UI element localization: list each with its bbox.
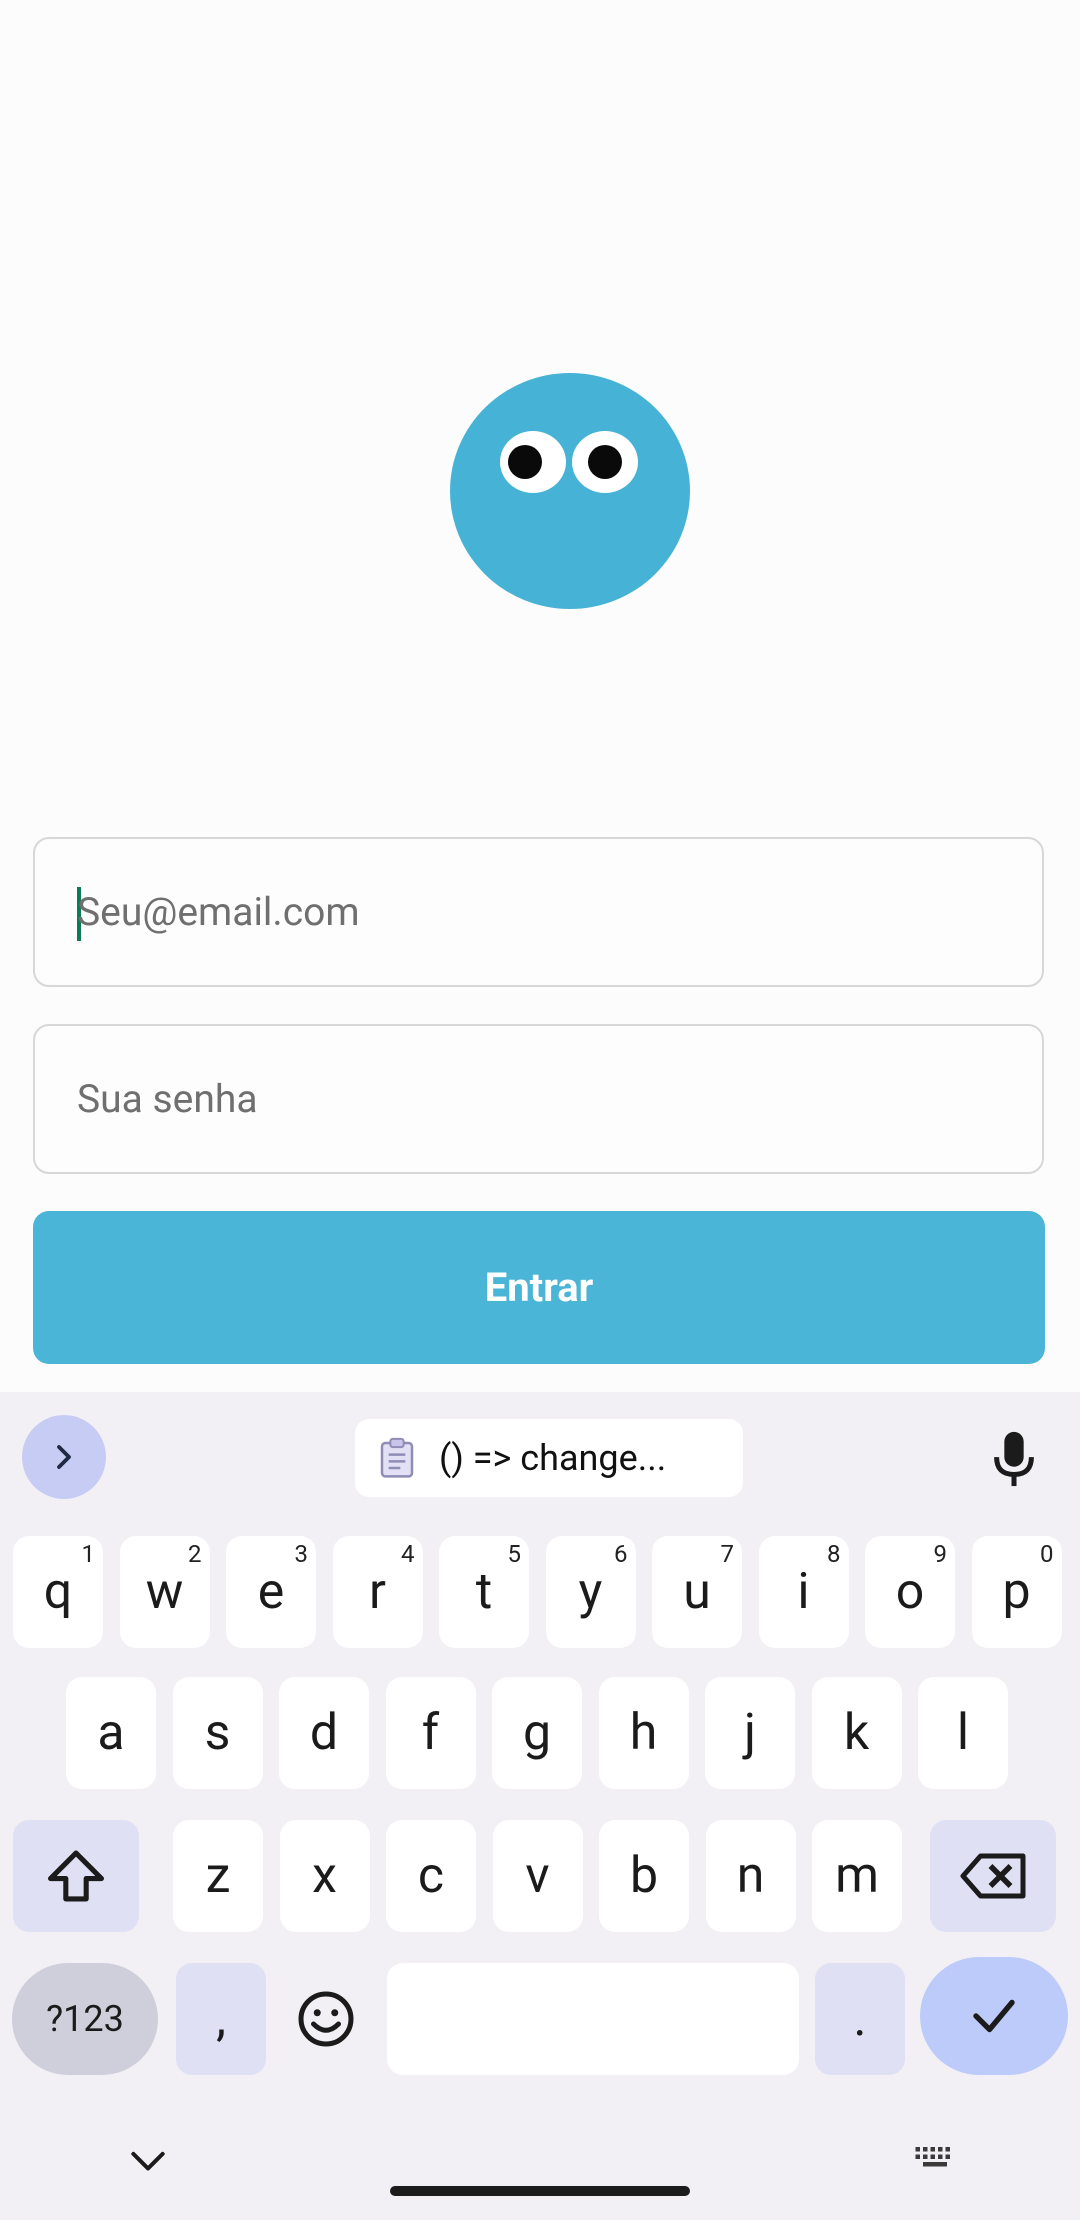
key-hint: 5 xyxy=(507,1540,522,1568)
email-input[interactable] xyxy=(77,839,997,985)
key-w[interactable]: w2 xyxy=(119,1536,210,1648)
logo-left-eye xyxy=(500,431,566,493)
key-t[interactable]: t5 xyxy=(439,1536,529,1648)
login-button[interactable]: Entrar xyxy=(33,1211,1045,1364)
key-d[interactable]: d xyxy=(279,1677,369,1789)
key-p[interactable]: p0 xyxy=(971,1536,1062,1648)
key-hint: 4 xyxy=(401,1540,415,1568)
clipboard-suggestion-chip[interactable]: () => change... xyxy=(355,1419,743,1497)
key-label: y xyxy=(578,1563,603,1621)
key-q[interactable]: q1 xyxy=(13,1536,103,1648)
key-label: p xyxy=(1002,1563,1031,1621)
key-label: s xyxy=(204,1704,231,1762)
key-b[interactable]: b xyxy=(599,1820,689,1932)
key-hint: 2 xyxy=(188,1540,202,1568)
key-label: l xyxy=(956,1704,970,1762)
key-g[interactable]: g xyxy=(492,1677,582,1789)
microphone-icon[interactable] xyxy=(990,1430,1038,1488)
key-label: v xyxy=(525,1847,550,1905)
hide-keyboard-chevron-icon[interactable] xyxy=(128,2149,168,2175)
key-label: g xyxy=(522,1704,552,1762)
key-label: h xyxy=(629,1704,658,1762)
key-n[interactable]: n xyxy=(705,1820,796,1932)
key-label: j xyxy=(744,1704,756,1762)
key-c[interactable]: c xyxy=(386,1820,476,1932)
clipboard-icon xyxy=(380,1437,414,1478)
period-key[interactable]: . xyxy=(815,1963,905,2075)
key-label: f xyxy=(421,1704,440,1762)
key-hint: 3 xyxy=(294,1540,309,1568)
key-label: k xyxy=(843,1704,870,1762)
email-field[interactable] xyxy=(33,837,1044,987)
key-label: u xyxy=(683,1563,711,1621)
key-m[interactable]: m xyxy=(812,1820,902,1932)
space-key[interactable] xyxy=(387,1963,799,2075)
backspace-icon xyxy=(960,1853,1026,1899)
key-k[interactable]: k xyxy=(811,1677,902,1789)
key-v[interactable]: v xyxy=(492,1820,583,1932)
key-label: x xyxy=(312,1847,337,1905)
key-label: w xyxy=(145,1563,184,1621)
key-hint: 0 xyxy=(1040,1540,1054,1568)
key-label: r xyxy=(369,1563,386,1621)
clipboard-suggestion-text: () => change... xyxy=(439,1437,667,1479)
key-y[interactable]: y6 xyxy=(545,1536,636,1648)
key-label: o xyxy=(895,1563,925,1621)
key-r[interactable]: r4 xyxy=(332,1536,423,1648)
key-hint: 9 xyxy=(933,1540,948,1568)
key-label: m xyxy=(835,1847,879,1905)
key-s[interactable]: s xyxy=(172,1677,263,1789)
key-label: q xyxy=(43,1563,73,1621)
keyboard-switch-icon[interactable] xyxy=(912,2144,958,2174)
key-hint: 6 xyxy=(614,1540,628,1568)
password-input[interactable] xyxy=(77,1026,997,1172)
backspace-key[interactable] xyxy=(930,1820,1056,1932)
enter-key[interactable] xyxy=(920,1957,1068,2075)
shift-icon xyxy=(48,1850,104,1902)
shift-key[interactable] xyxy=(13,1820,139,1932)
key-label: z xyxy=(205,1847,231,1905)
emoji-key[interactable] xyxy=(281,1963,371,2075)
key-z[interactable]: z xyxy=(173,1820,263,1932)
emoji-icon xyxy=(298,1991,354,2047)
key-hint: 1 xyxy=(81,1540,96,1568)
key-h[interactable]: h xyxy=(598,1677,689,1789)
key-x[interactable]: x xyxy=(279,1820,370,1932)
key-f[interactable]: f xyxy=(385,1677,476,1789)
key-l[interactable]: l xyxy=(918,1677,1008,1789)
key-label: t xyxy=(475,1563,493,1621)
key-label: c xyxy=(417,1847,445,1905)
gesture-home-bar[interactable] xyxy=(390,2186,690,2196)
key-i[interactable]: i8 xyxy=(758,1536,849,1648)
chevron-right-icon xyxy=(57,1445,71,1469)
key-a[interactable]: a xyxy=(66,1677,156,1789)
key-label: n xyxy=(736,1847,765,1905)
key-label: b xyxy=(629,1847,659,1905)
logo-right-eye xyxy=(572,431,638,493)
soft-keyboard: () => change... q1w2e3r4t5y6u7i8o9p0 asd… xyxy=(0,1392,1080,2220)
key-label: e xyxy=(257,1563,285,1621)
keyboard-toolbar-expand-button[interactable] xyxy=(22,1415,106,1499)
key-label: d xyxy=(309,1704,339,1762)
key-label: i xyxy=(797,1563,810,1621)
key-u[interactable]: u7 xyxy=(652,1536,742,1648)
password-field[interactable] xyxy=(33,1024,1044,1174)
key-hint: 7 xyxy=(720,1540,735,1568)
comma-key[interactable]: , xyxy=(176,1963,266,2075)
key-label: a xyxy=(97,1704,125,1762)
app-logo xyxy=(450,373,690,609)
key-o[interactable]: o9 xyxy=(865,1536,955,1648)
key-j[interactable]: j xyxy=(705,1677,795,1789)
symbols-key[interactable]: ?123 xyxy=(12,1963,158,2075)
checkmark-icon xyxy=(973,1999,1015,2033)
key-e[interactable]: e3 xyxy=(226,1536,316,1648)
key-hint: 8 xyxy=(827,1540,841,1568)
